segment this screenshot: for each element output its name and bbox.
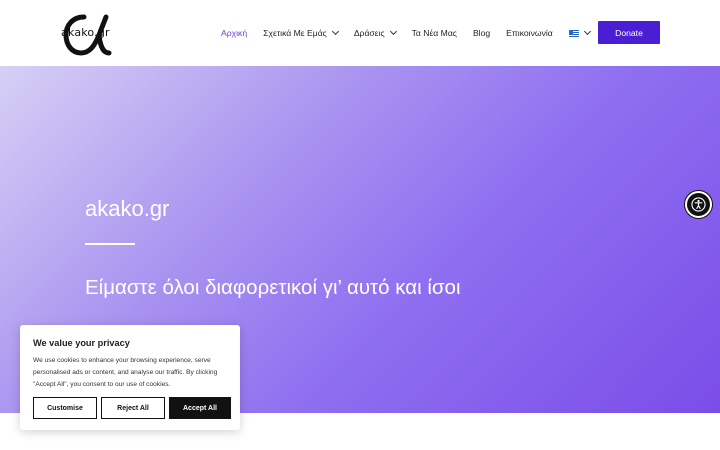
nav-label: Σχετικά Με Εμάς bbox=[263, 28, 327, 38]
nav-label: Blog bbox=[472, 28, 491, 38]
chevron-down-icon bbox=[389, 27, 397, 36]
logo-text: akako.gr bbox=[61, 26, 110, 39]
nav-item-blog[interactable]: Blog bbox=[473, 28, 490, 38]
chevron-down-icon bbox=[583, 27, 591, 36]
nav-label: Αρχική bbox=[221, 28, 248, 38]
cookie-text: We use cookies to enhance your browsing … bbox=[33, 357, 218, 388]
accessibility-icon bbox=[691, 197, 706, 212]
customise-button[interactable]: Customise bbox=[33, 397, 97, 419]
greek-flag-icon bbox=[568, 29, 579, 37]
cookie-consent-banner: We value your privacy We use cookies to … bbox=[20, 325, 240, 430]
hero-title: akako.gr bbox=[85, 196, 170, 221]
donate-button[interactable]: Donate bbox=[598, 21, 660, 44]
language-switcher[interactable] bbox=[568, 27, 591, 37]
cookie-title: We value your privacy bbox=[33, 338, 130, 348]
main-nav: Αρχική Σχετικά Με Εμάς Δράσεις Τα Νέα Μα… bbox=[221, 0, 606, 66]
nav-item-about[interactable]: Σχετικά Με Εμάς bbox=[263, 27, 339, 38]
nav-item-actions[interactable]: Δράσεις bbox=[353, 27, 397, 38]
nav-label: Τα Νέα Μας bbox=[411, 28, 457, 38]
nav-label: Επικοινωνία bbox=[506, 28, 553, 38]
accessibility-button[interactable] bbox=[685, 191, 712, 218]
nav-label: Δράσεις bbox=[353, 28, 385, 38]
nav-item-home[interactable]: Αρχική bbox=[221, 28, 247, 38]
reject-all-button[interactable]: Reject All bbox=[101, 397, 165, 419]
hero-divider bbox=[85, 243, 135, 245]
nav-item-contact[interactable]: Επικοινωνία bbox=[506, 28, 553, 38]
chevron-down-icon bbox=[331, 27, 339, 36]
hero-subtitle: Είμαστε όλοι διαφορετικοί γι’ αυτό και ί… bbox=[85, 276, 461, 299]
cookie-buttons: Customise Reject All Accept All bbox=[33, 397, 231, 419]
accept-all-button[interactable]: Accept All bbox=[169, 397, 231, 419]
nav-item-news[interactable]: Τα Νέα Μας bbox=[412, 28, 457, 38]
site-logo[interactable]: akako.gr bbox=[60, 9, 112, 57]
site-header: akako.gr Αρχική Σχετικά Με Εμάς Δράσεις … bbox=[0, 0, 720, 66]
